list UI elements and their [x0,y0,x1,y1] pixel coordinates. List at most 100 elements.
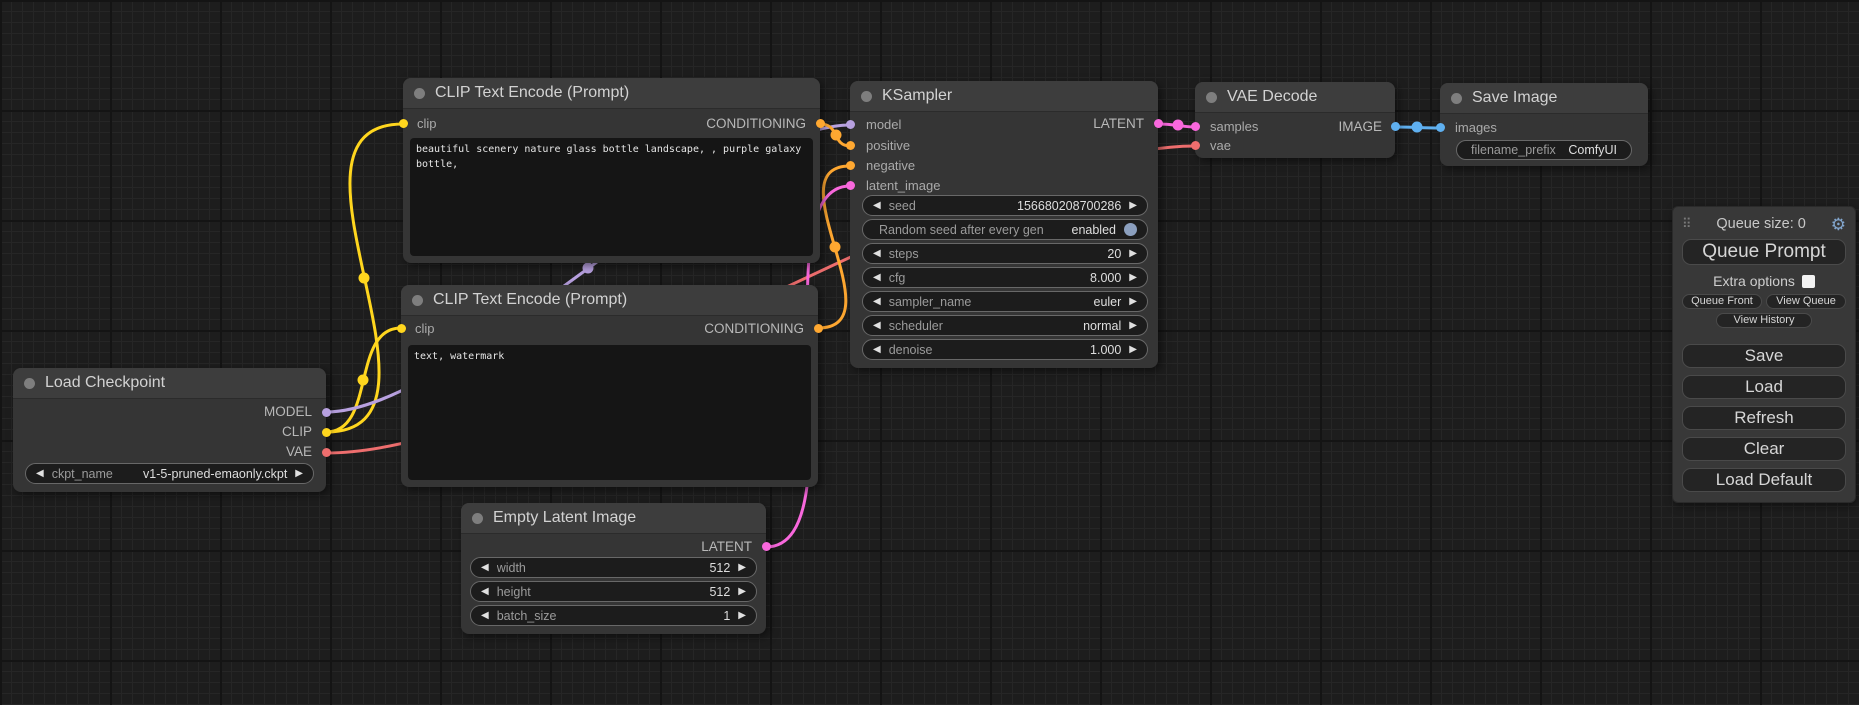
increment-arrow-icon[interactable]: ▶ [295,469,303,479]
seed-widget[interactable]: ◀ seed 156680208700286 ▶ [862,195,1148,216]
input-label-samples: samples [1210,117,1258,137]
collapse-toggle-icon[interactable] [861,91,872,102]
increment-arrow-icon[interactable]: ▶ [738,563,746,573]
link-midpoint-dot[interactable] [583,263,594,274]
node-graph-canvas[interactable]: Load Checkpoint MODEL CLIP VAE ◀ ckpt_na… [0,0,1859,705]
decrement-arrow-icon[interactable]: ◀ [873,201,881,211]
collapse-toggle-icon[interactable] [414,88,425,99]
collapse-toggle-icon[interactable] [24,378,35,389]
node-title: CLIP Text Encode (Prompt) [433,291,627,309]
latent-output-slot[interactable] [762,542,771,551]
decrement-arrow-icon[interactable]: ◀ [873,249,881,259]
image-output-slot[interactable] [1391,122,1400,131]
decrement-arrow-icon[interactable]: ◀ [873,321,881,331]
conditioning-output-slot[interactable] [816,119,825,128]
filename-prefix-widget[interactable]: filename_prefix ComfyUI [1456,140,1632,160]
node-title-bar[interactable]: VAE Decode [1195,82,1395,113]
sampler-name-widget[interactable]: ◀ sampler_name euler ▶ [862,291,1148,312]
increment-arrow-icon[interactable]: ▶ [1129,273,1137,283]
toggle-on-icon[interactable] [1124,223,1137,236]
link-midpoint-dot[interactable] [358,375,369,386]
input-label-clip: clip [415,319,435,339]
collapse-toggle-icon[interactable] [1206,92,1217,103]
model-output-slot[interactable] [322,408,331,417]
clear-button[interactable]: Clear [1682,437,1846,461]
node-title-bar[interactable]: KSampler [850,81,1158,112]
link-midpoint-dot[interactable] [831,130,842,141]
increment-arrow-icon[interactable]: ▶ [1129,297,1137,307]
positive-input-slot[interactable] [846,141,855,150]
increment-arrow-icon[interactable]: ▶ [1129,321,1137,331]
increment-arrow-icon[interactable]: ▶ [1129,201,1137,211]
node-title-bar[interactable]: CLIP Text Encode (Prompt) [403,78,820,109]
link-midpoint-dot[interactable] [830,242,841,253]
decrement-arrow-icon[interactable]: ◀ [873,297,881,307]
load-default-button[interactable]: Load Default [1682,468,1846,492]
view-queue-button[interactable]: View Queue [1766,294,1846,309]
refresh-button[interactable]: Refresh [1682,406,1846,430]
decrement-arrow-icon[interactable]: ◀ [873,273,881,283]
decrement-arrow-icon[interactable]: ◀ [873,345,881,355]
images-input-slot[interactable] [1436,123,1445,132]
node-empty-latent-image[interactable]: Empty Latent Image LATENT ◀ width 512 ▶ … [461,503,766,634]
node-title: Load Checkpoint [45,374,165,392]
decrement-arrow-icon[interactable]: ◀ [481,587,489,597]
node-title-bar[interactable]: Load Checkpoint [13,368,326,399]
node-vae-decode[interactable]: VAE Decode samples vae IMAGE [1195,82,1395,158]
node-clip-text-encode-negative[interactable]: CLIP Text Encode (Prompt) clip CONDITION… [401,285,818,487]
increment-arrow-icon[interactable]: ▶ [738,611,746,621]
height-widget[interactable]: ◀ height 512 ▶ [470,581,757,602]
decrement-arrow-icon[interactable]: ◀ [481,563,489,573]
link-midpoint-dot[interactable] [1173,120,1184,131]
view-history-button[interactable]: View History [1716,313,1812,328]
denoise-widget[interactable]: ◀ denoise 1.000 ▶ [862,339,1148,360]
decrement-arrow-icon[interactable]: ◀ [481,611,489,621]
cfg-widget[interactable]: ◀ cfg 8.000 ▶ [862,267,1148,288]
extra-options-checkbox[interactable] [1802,275,1815,288]
clip-input-slot[interactable] [397,324,406,333]
latent-image-input-slot[interactable] [846,181,855,190]
node-ksampler[interactable]: KSampler model positive negative latent_… [850,81,1158,368]
node-title-bar[interactable]: Empty Latent Image [461,503,766,534]
node-save-image[interactable]: Save Image images filename_prefix ComfyU… [1440,83,1648,166]
drag-handle-icon[interactable]: ⠿ [1682,216,1692,232]
random-seed-toggle-widget[interactable]: Random seed after every gen enabled [862,219,1148,240]
clip-output-slot[interactable] [322,428,331,437]
negative-input-slot[interactable] [846,161,855,170]
increment-arrow-icon[interactable]: ▶ [1129,249,1137,259]
decrement-arrow-icon[interactable]: ◀ [36,469,44,479]
gear-icon[interactable]: ⚙ [1831,216,1846,233]
conditioning-output-slot[interactable] [814,324,823,333]
increment-arrow-icon[interactable]: ▶ [1129,345,1137,355]
collapse-toggle-icon[interactable] [1451,93,1462,104]
batch-size-widget[interactable]: ◀ batch_size 1 ▶ [470,605,757,626]
ckpt-name-widget[interactable]: ◀ ckpt_name v1-5-pruned-emaonly.ckpt ▶ [25,463,314,484]
node-title-bar[interactable]: Save Image [1440,83,1648,114]
collapse-toggle-icon[interactable] [472,513,483,524]
link-midpoint-dot[interactable] [359,273,370,284]
negative-prompt-textarea[interactable]: text, watermark [408,345,811,480]
scheduler-widget[interactable]: ◀ scheduler normal ▶ [862,315,1148,336]
queue-front-button[interactable]: Queue Front [1682,294,1762,309]
queue-size-label: Queue size: 0 [1692,216,1831,232]
node-title-bar[interactable]: CLIP Text Encode (Prompt) [401,285,818,316]
input-label-images: images [1455,118,1497,138]
collapse-toggle-icon[interactable] [412,295,423,306]
queue-prompt-button[interactable]: Queue Prompt [1682,239,1846,265]
node-load-checkpoint[interactable]: Load Checkpoint MODEL CLIP VAE ◀ ckpt_na… [13,368,326,492]
link-midpoint-dot[interactable] [1412,122,1423,133]
steps-widget[interactable]: ◀ steps 20 ▶ [862,243,1148,264]
model-input-slot[interactable] [846,120,855,129]
node-clip-text-encode-positive[interactable]: CLIP Text Encode (Prompt) clip CONDITION… [403,78,820,263]
positive-prompt-textarea[interactable]: beautiful scenery nature glass bottle la… [410,138,813,256]
samples-input-slot[interactable] [1191,122,1200,131]
vae-input-slot[interactable] [1191,141,1200,150]
latent-output-slot[interactable] [1154,119,1163,128]
save-button[interactable]: Save [1682,344,1846,368]
width-widget[interactable]: ◀ width 512 ▶ [470,557,757,578]
increment-arrow-icon[interactable]: ▶ [738,587,746,597]
clip-input-slot[interactable] [399,119,408,128]
load-button[interactable]: Load [1682,375,1846,399]
input-label-positive: positive [866,136,910,156]
vae-output-slot[interactable] [322,448,331,457]
